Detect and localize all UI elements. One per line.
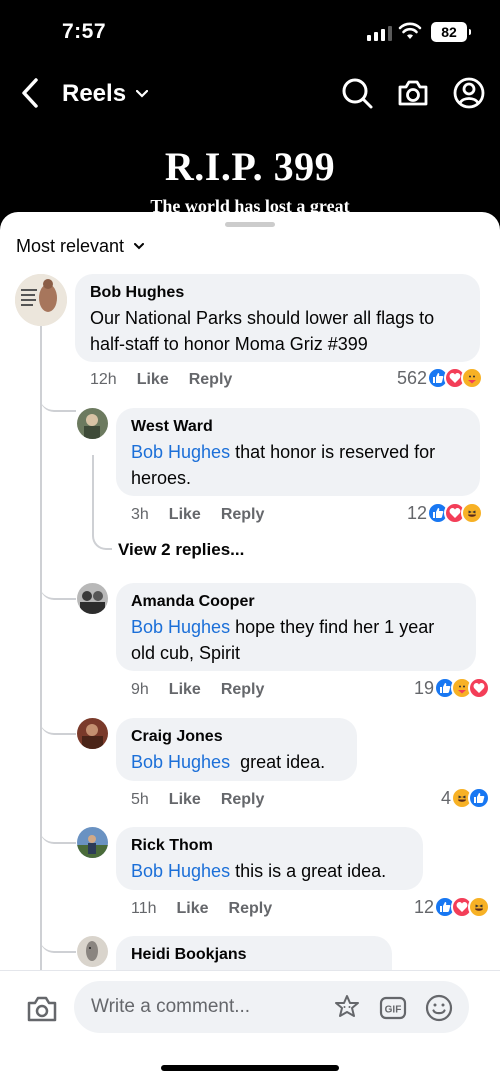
wifi-icon [398,22,422,39]
reaction-summary[interactable]: 12 [407,502,483,524]
reply-actions: 3h Like Reply [131,506,264,524]
love-reaction-icon [468,677,490,699]
thread-connector [40,816,76,844]
thread-connector [40,707,76,735]
video-headline: R.I.P. 399 [164,144,336,189]
reaction-summary[interactable]: 4 [441,787,490,809]
reply-bubble[interactable]: Craig Jones Bob Hughes great idea. [116,718,357,781]
reply-text: Bob Hughes that honor is reserved for he… [131,442,436,488]
like-button[interactable]: Like [169,681,201,699]
cellular-signal-icon [367,26,392,41]
battery-indicator: 82 [431,22,471,42]
like-button[interactable]: Like [169,506,201,524]
reaction-summary[interactable]: 19 [414,677,490,699]
chevron-down-icon [134,243,145,250]
haha-reaction-icon [468,896,490,918]
reply-author[interactable]: Rick Thom [131,837,409,855]
reply-button[interactable]: Reply [229,900,273,918]
comment-actions: 12h Like Reply [90,371,232,389]
avatar-sticker-icon[interactable] [332,993,362,1023]
comment-text: Our National Parks should lower all flag… [90,308,435,354]
care-reaction-icon [461,367,483,389]
reply-author[interactable]: Amanda Cooper [131,593,462,611]
reel-video-preview[interactable]: R.I.P. 399 The world has lost a great [0,126,500,226]
gif-icon[interactable]: GIF [378,993,408,1023]
like-button[interactable]: Like [137,371,169,389]
emoji-icon[interactable] [424,993,454,1023]
profile-icon[interactable] [452,76,486,110]
reply-button[interactable]: Reply [189,371,233,389]
status-time: 7:57 [62,20,107,43]
reels-title-dropdown[interactable]: Reels [62,80,149,108]
avatar[interactable] [77,827,108,858]
reply-button[interactable]: Reply [221,681,265,699]
reply-button[interactable]: Reply [221,506,265,524]
reply-text: Bob Hughes great idea. [131,752,326,772]
camera-icon[interactable] [396,76,430,110]
chevron-down-icon [136,90,149,98]
back-arrow-icon[interactable] [14,76,48,110]
reply-text: Bob Hughes this is a great idea. [131,861,387,881]
thread-connector [40,382,76,412]
svg-text:GIF: GIF [385,1005,402,1016]
camera-icon[interactable] [26,993,58,1025]
reply-actions: 5h Like Reply [131,791,264,809]
comments-sheet: Most relevant Bob Hughes Our National Pa… [0,212,500,1083]
mention-link[interactable]: Bob Hughes [131,861,230,881]
mention-link[interactable]: Bob Hughes [131,442,230,462]
reaction-count: 562 [396,367,427,388]
comment-author[interactable]: Bob Hughes [90,284,466,302]
mention-link[interactable]: Bob Hughes [131,752,230,772]
reaction-count: 12 [413,896,434,917]
mention-link[interactable]: Bob Hughes [131,617,230,637]
avatar[interactable] [77,583,108,614]
status-bar: 7:57 82 [0,0,500,62]
sub-thread-line [92,455,94,515]
reels-header: Reels [0,62,500,126]
avatar[interactable] [77,718,108,749]
like-reaction-icon [468,787,490,809]
reaction-count: 4 [440,787,451,808]
reply-bubble[interactable]: West Ward Bob Hughes that honor is reser… [116,408,480,496]
comment-time: 12h [90,371,117,388]
reaction-summary[interactable]: 562 [397,367,483,389]
home-indicator [161,1065,339,1071]
reply-actions: 9h Like Reply [131,681,264,699]
drag-handle[interactable] [225,222,275,227]
reply-text: Bob Hughes hope they find her 1 year old… [131,617,435,663]
page-title: Reels [62,80,127,107]
reply-time: 9h [131,681,149,698]
comment-input[interactable]: Write a comment... GIF [74,981,469,1033]
sort-dropdown[interactable]: Most relevant [16,236,145,257]
comment-placeholder: Write a comment... [91,996,251,1017]
avatar[interactable] [77,936,108,967]
reply-actions: 11h Like Reply [131,900,272,918]
reply-bubble[interactable]: Rick Thom Bob Hughes this is a great ide… [116,827,423,890]
haha-reaction-icon [461,502,483,524]
reaction-count: 19 [413,677,434,698]
avatar[interactable] [15,274,67,326]
reply-author[interactable]: Craig Jones [131,728,343,746]
reaction-summary[interactable]: 12 [414,896,490,918]
reply-time: 11h [131,900,157,917]
thread-connector [40,572,76,600]
reaction-count: 12 [406,502,427,523]
view-more-replies-link[interactable]: View 2 replies... [118,540,244,560]
search-icon[interactable] [340,76,374,110]
avatar[interactable] [77,408,108,439]
sort-label: Most relevant [16,236,125,256]
reply-author[interactable]: West Ward [131,418,466,436]
reply-time: 3h [131,506,149,523]
comment-bubble[interactable]: Bob Hughes Our National Parks should low… [75,274,480,362]
reply-author[interactable]: Heidi Bookjans [131,946,378,964]
reply-bubble[interactable]: Amanda Cooper Bob Hughes hope they find … [116,583,476,671]
thread-connector [40,925,76,953]
like-button[interactable]: Like [177,900,209,918]
like-button[interactable]: Like [169,791,201,809]
reply-time: 5h [131,791,149,808]
reply-button[interactable]: Reply [221,791,265,809]
sub-thread-connector [92,512,112,550]
